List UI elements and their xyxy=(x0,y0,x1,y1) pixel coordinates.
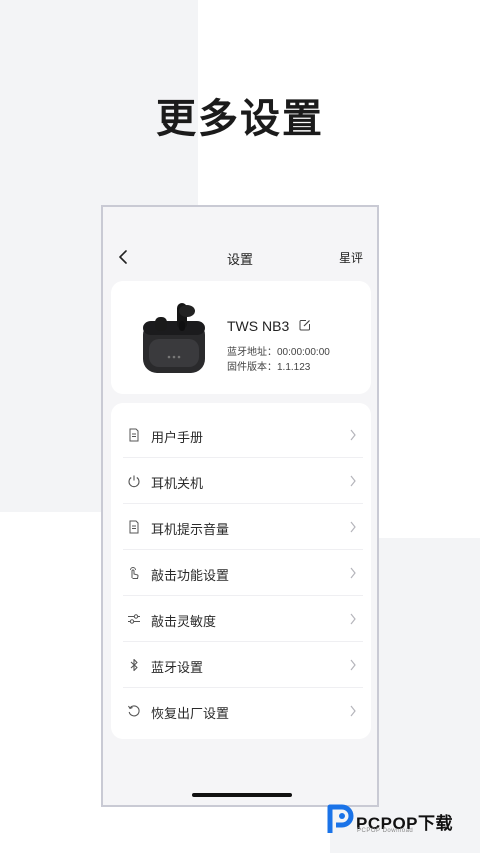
document-icon xyxy=(129,520,139,534)
chevron-right-icon xyxy=(350,429,356,441)
home-indicator xyxy=(192,793,292,797)
menu-item-bluetooth[interactable]: 蓝牙设置 xyxy=(111,642,371,688)
reset-icon xyxy=(128,705,140,717)
device-card: TWS NB3 蓝牙地址：00:00:00:00 固件版本：1.1.123 xyxy=(111,281,371,394)
power-icon xyxy=(128,475,140,488)
chevron-right-icon xyxy=(350,521,356,533)
phone-screen: 设置 星评 TWS NB3 蓝牙地址：00:00:00:00 固件版本：1.1.… xyxy=(101,205,379,807)
document-icon xyxy=(129,428,139,442)
chevron-right-icon xyxy=(350,659,356,671)
sliders-icon xyxy=(128,614,140,624)
menu-item-user-manual[interactable]: 用户手册 xyxy=(111,412,371,458)
menu-item-label: 耳机关机 xyxy=(151,476,204,491)
watermark-logo: PCPOP下载 PCPOP Download xyxy=(326,803,472,841)
watermark-subtitle: PCPOP Download xyxy=(357,828,414,834)
firmware-version: 固件版本：1.1.123 xyxy=(227,362,311,373)
nav-title: 设置 xyxy=(226,252,253,267)
device-name: TWS NB3 xyxy=(227,318,290,334)
chevron-right-icon xyxy=(350,613,356,625)
pcpop-logo-icon xyxy=(327,804,354,833)
earbuds-case-image xyxy=(143,303,205,373)
menu-item-tap-sensitivity[interactable]: 敲击灵敏度 xyxy=(111,596,371,642)
menu-item-label: 耳机提示音量 xyxy=(151,522,230,537)
menu-item-tap-settings[interactable]: 敲击功能设置 xyxy=(111,550,371,596)
bluetooth-icon xyxy=(130,658,138,672)
chevron-right-icon xyxy=(350,475,356,487)
menu-item-prompt-volume[interactable]: 耳机提示音量 xyxy=(111,504,371,550)
nav-bar: 设置 星评 xyxy=(103,245,377,269)
menu-item-label: 用户手册 xyxy=(151,430,204,445)
menu-item-label: 恢复出厂设置 xyxy=(151,706,230,721)
menu-item-power-off[interactable]: 耳机关机 xyxy=(111,458,371,504)
rate-button[interactable]: 星评 xyxy=(339,249,363,266)
bluetooth-address: 蓝牙地址：00:00:00:00 xyxy=(227,347,330,358)
promo-title: 更多设置 xyxy=(156,96,324,142)
settings-menu: 用户手册 耳机关机 耳机提示音量 敲击功能设置 敲击灵敏度 蓝牙设置 恢复出厂设… xyxy=(111,403,371,739)
tap-hand-icon xyxy=(130,567,139,579)
edit-icon[interactable] xyxy=(299,319,311,331)
chevron-right-icon xyxy=(350,705,356,717)
menu-item-label: 敲击功能设置 xyxy=(151,568,230,583)
menu-item-label: 敲击灵敏度 xyxy=(151,614,217,629)
menu-item-label: 蓝牙设置 xyxy=(151,660,204,675)
menu-item-factory-reset[interactable]: 恢复出厂设置 xyxy=(111,688,371,734)
chevron-right-icon xyxy=(350,567,356,579)
